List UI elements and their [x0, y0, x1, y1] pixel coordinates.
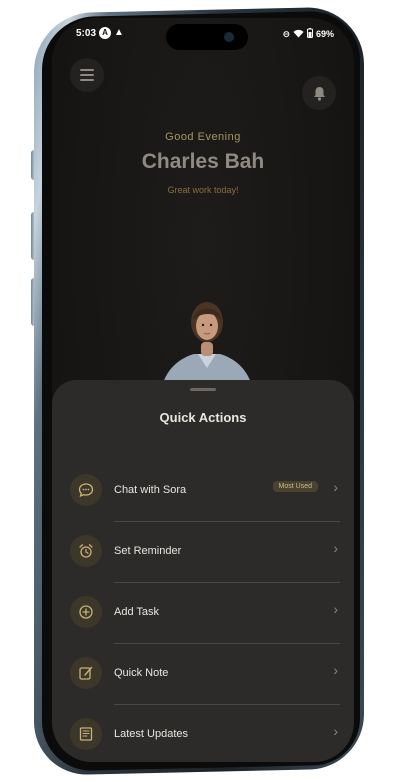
bell-icon: [313, 86, 325, 101]
app-notification-icon: A: [99, 27, 111, 39]
action-label: Add Task: [114, 606, 160, 618]
battery-icon: [306, 28, 313, 40]
sheet-title: Quick Actions: [159, 410, 247, 425]
dynamic-island: [166, 24, 248, 50]
add-circle-icon: [70, 596, 102, 628]
divider: [114, 643, 340, 644]
battery-percent: 69%: [315, 29, 334, 39]
notifications-button[interactable]: [302, 76, 336, 110]
action-label: Latest Updates: [114, 728, 188, 740]
do-not-disturb-icon: ⊖: [282, 28, 290, 39]
status-time: 5:03: [76, 28, 97, 39]
action-chat-with-sora[interactable]: Chat with Sora Most Used ›: [66, 462, 340, 522]
wifi-icon: [293, 29, 304, 40]
action-add-task[interactable]: Add Task ›: [66, 584, 340, 644]
action-label: Set Reminder: [114, 545, 182, 557]
chevron-right-icon: ›: [333, 540, 338, 556]
app-screen: 5:03 A ▲ ⊖ 69% Good Evening Charles Bah …: [52, 18, 354, 762]
action-quick-note[interactable]: Quick Note ›: [66, 645, 340, 705]
divider: [114, 521, 340, 522]
newspaper-icon: [70, 718, 102, 750]
alarm-clock-icon: [70, 535, 102, 567]
phone-mockup: 5:03 A ▲ ⊖ 69% Good Evening Charles Bah …: [0, 0, 400, 782]
chevron-right-icon: ›: [333, 723, 338, 739]
chevron-right-icon: ›: [333, 601, 338, 617]
chevron-right-icon: ›: [333, 479, 338, 495]
hamburger-menu-icon: [80, 69, 94, 81]
divider: [114, 704, 340, 705]
edit-note-icon: [70, 657, 102, 689]
greeting-text: Good Evening: [165, 131, 241, 143]
greeting-subtitle: Great work today!: [167, 185, 239, 195]
user-name: Charles Bah: [141, 150, 265, 173]
sheet-drag-handle[interactable]: [190, 388, 216, 391]
divider: [114, 582, 340, 583]
action-set-reminder[interactable]: Set Reminder ›: [66, 523, 340, 583]
most-used-badge: Most Used: [272, 481, 318, 492]
action-label: Quick Note: [114, 667, 169, 679]
action-label: Chat with Sora: [114, 484, 187, 496]
status-right: ⊖ 69%: [282, 28, 334, 40]
menu-button[interactable]: [70, 58, 104, 92]
warning-icon: ▲: [114, 27, 124, 38]
quick-actions-sheet: Quick Actions Chat with Sora Most Used ›: [52, 380, 354, 762]
action-latest-updates[interactable]: Latest Updates ›: [66, 706, 340, 762]
chevron-right-icon: ›: [333, 662, 338, 678]
chat-icon: [70, 474, 102, 506]
